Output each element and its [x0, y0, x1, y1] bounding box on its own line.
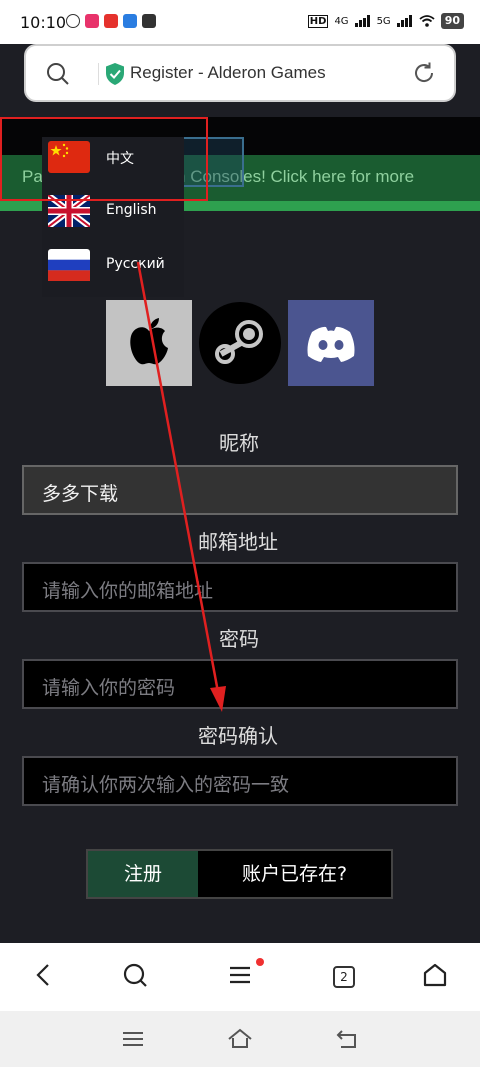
- language-label: Русский: [106, 256, 165, 272]
- page-title[interactable]: Register - Alderon Games: [130, 63, 326, 83]
- annotation-highlight-box: [0, 117, 208, 201]
- discord-icon: [307, 326, 355, 362]
- divider: [98, 63, 99, 85]
- discord-login-button[interactable]: [288, 300, 374, 386]
- wifi-icon: [419, 15, 435, 27]
- steam-login-button[interactable]: [197, 300, 283, 386]
- apple-icon: [130, 318, 168, 365]
- address-bar[interactable]: Register - Alderon Games: [24, 44, 456, 102]
- system-status: HD 4G 5G 90: [307, 13, 464, 29]
- nickname-input[interactable]: 多多下载: [22, 465, 458, 515]
- confirm-password-label: 密码确认: [198, 724, 278, 748]
- menu-icon[interactable]: [226, 961, 254, 989]
- search-icon[interactable]: [121, 961, 149, 989]
- email-placeholder: 请输入你的邮箱地址: [42, 580, 214, 602]
- home-icon[interactable]: [421, 961, 449, 989]
- app-notification-icon: [66, 14, 80, 28]
- back-icon[interactable]: [333, 1025, 361, 1053]
- battery-indicator: 90: [440, 13, 464, 29]
- tabs-button[interactable]: 2: [333, 966, 355, 988]
- photo-app-icon: [85, 14, 99, 28]
- confirm-password-placeholder: 请确认你两次输入的密码一致: [42, 774, 290, 796]
- steam-icon: [199, 302, 281, 384]
- email-label: 邮箱地址: [198, 530, 278, 554]
- home-icon[interactable]: [226, 1025, 254, 1053]
- secure-shield-icon: [106, 63, 124, 85]
- hd-indicator: HD: [307, 14, 329, 28]
- apple-login-button[interactable]: [106, 300, 192, 386]
- navigation-app-icon: [123, 14, 137, 28]
- signal-icon: [396, 15, 412, 27]
- nickname-value: 多多下载: [42, 483, 119, 505]
- page-content: Path of Titans now on Consoles! Click he…: [0, 117, 480, 943]
- system-navigation-bar: [0, 1011, 480, 1067]
- search-icon[interactable]: [46, 62, 70, 86]
- nickname-label: 昵称: [219, 431, 259, 455]
- email-input[interactable]: 请输入你的邮箱地址: [22, 562, 458, 612]
- message-app-icon: [142, 14, 156, 28]
- network-4g: 4G: [334, 15, 349, 27]
- news-app-icon: [104, 14, 118, 28]
- recent-apps-icon[interactable]: [119, 1025, 147, 1053]
- signal-icon: [354, 15, 370, 27]
- form-actions: 注册 账户已存在?: [86, 849, 393, 899]
- network-5g: 5G: [376, 15, 391, 27]
- language-label: English: [106, 202, 157, 218]
- password-input[interactable]: 请输入你的密码: [22, 659, 458, 709]
- language-option-russian[interactable]: Русский: [42, 245, 184, 295]
- reload-icon[interactable]: [412, 61, 436, 85]
- russia-flag-icon: [48, 249, 90, 281]
- back-icon[interactable]: [30, 961, 58, 989]
- existing-account-button[interactable]: 账户已存在?: [198, 851, 391, 897]
- notification-dot: [256, 958, 264, 966]
- register-button[interactable]: 注册: [88, 851, 198, 897]
- password-placeholder: 请输入你的密码: [42, 677, 176, 699]
- browser-toolbar: 2: [0, 943, 480, 1011]
- notification-icons: [66, 14, 156, 28]
- confirm-password-input[interactable]: 请确认你两次输入的密码一致: [22, 756, 458, 806]
- clock: 10:10: [20, 13, 67, 32]
- password-label: 密码: [219, 627, 259, 651]
- status-bar: 10:10 HD 4G 5G 90: [0, 0, 480, 44]
